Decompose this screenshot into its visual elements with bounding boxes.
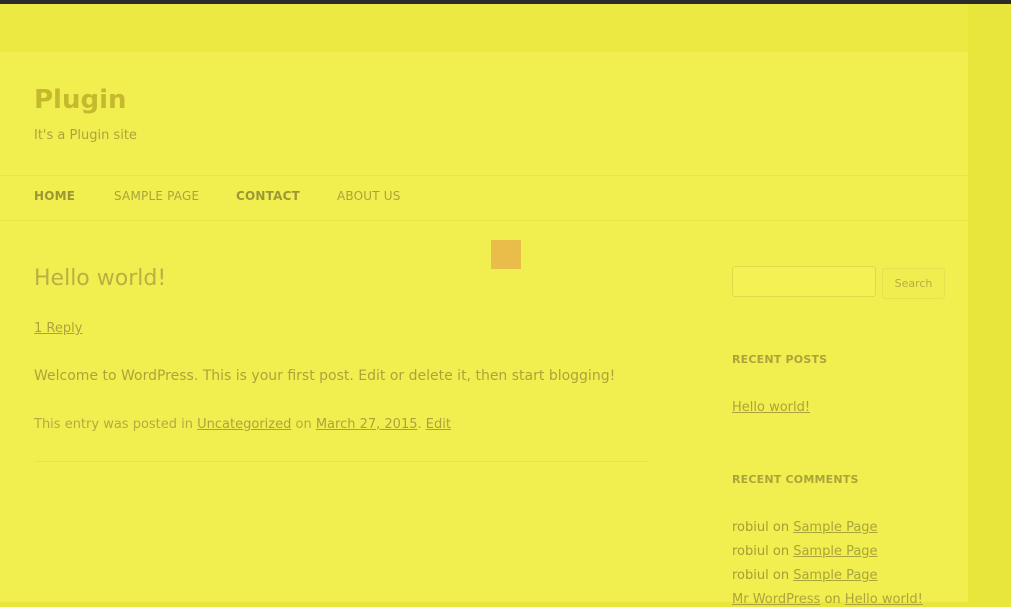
- edit-link[interactable]: Edit: [426, 417, 451, 432]
- loading-indicator: [491, 240, 521, 269]
- comment-author: robiul: [732, 520, 769, 535]
- nav-item-sample-page[interactable]: SAMPLE PAGE: [114, 189, 199, 203]
- post-meta-separator: .: [417, 417, 426, 432]
- site-title[interactable]: Plugin: [34, 84, 127, 116]
- comment-on: on: [820, 592, 845, 607]
- recent-posts-title: RECENT POSTS: [732, 353, 828, 366]
- post-meta-prefix: This entry was posted in: [34, 417, 198, 432]
- post-title[interactable]: Hello world!: [34, 266, 166, 291]
- post-divider: [34, 461, 648, 462]
- reply-link[interactable]: 1 Reply: [34, 321, 82, 336]
- search-input[interactable]: [732, 266, 876, 297]
- post-meta-on: on: [291, 417, 316, 432]
- nav-item-contact[interactable]: CONTACT: [236, 189, 300, 203]
- main-navigation: HOME SAMPLE PAGE CONTACT ABOUT US: [0, 175, 968, 221]
- nav-item-about-us[interactable]: ABOUT US: [337, 189, 401, 203]
- comment-post-link[interactable]: Sample Page: [793, 568, 877, 583]
- nav-item-home[interactable]: HOME: [34, 189, 75, 203]
- comment-author: robiul: [732, 544, 769, 559]
- comment-item: robiul on Sample Page: [732, 568, 878, 583]
- comment-author: robiul: [732, 568, 769, 583]
- site-description: It's a Plugin site: [34, 128, 137, 143]
- comment-on: on: [768, 520, 794, 535]
- comment-item: Mr WordPress on Hello world!: [732, 592, 923, 607]
- search-button[interactable]: Search: [882, 268, 945, 299]
- post-content: Welcome to WordPress. This is your first…: [34, 368, 616, 384]
- category-link[interactable]: Uncategorized: [197, 417, 291, 432]
- comment-post-link[interactable]: Hello world!: [845, 592, 923, 607]
- comment-item: robiul on Sample Page: [732, 520, 878, 535]
- recent-post-link[interactable]: Hello world!: [732, 400, 810, 415]
- comment-on: on: [768, 568, 794, 583]
- comment-item: robiul on Sample Page: [732, 544, 878, 559]
- comment-author-link[interactable]: Mr WordPress: [732, 592, 820, 607]
- post-date-link[interactable]: March 27, 2015: [316, 417, 418, 432]
- page-right-gutter: [968, 4, 1011, 602]
- post-meta: This entry was posted in Uncategorized o…: [34, 417, 451, 432]
- comment-post-link[interactable]: Sample Page: [793, 520, 877, 535]
- comment-on: on: [768, 544, 794, 559]
- recent-comments-title: RECENT COMMENTS: [732, 473, 859, 486]
- comment-post-link[interactable]: Sample Page: [793, 544, 877, 559]
- page-top-band: [0, 4, 1011, 52]
